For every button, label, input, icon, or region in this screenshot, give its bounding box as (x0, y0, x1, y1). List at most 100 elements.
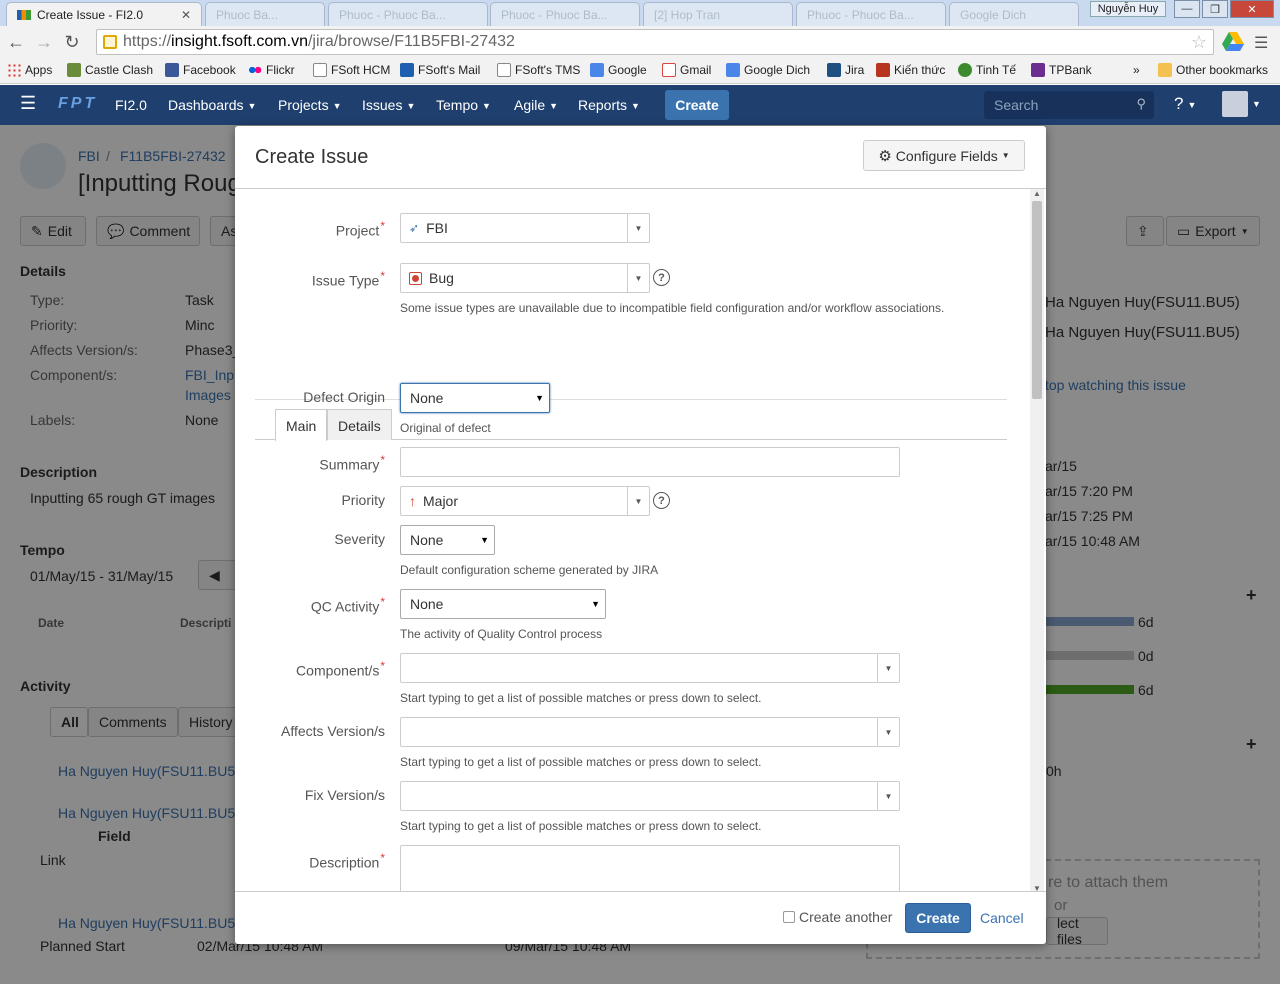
description-textarea[interactable] (400, 845, 900, 891)
bookmark-google[interactable]: Google (590, 63, 647, 77)
chevron-down-icon: ▼ (877, 718, 899, 746)
tab-inactive[interactable]: Phuoc - Phuoc Ba... (490, 2, 640, 26)
bookmark-gmail[interactable]: Gmail (662, 63, 711, 77)
google-icon (590, 63, 604, 77)
page-icon (313, 63, 327, 77)
tab-details[interactable]: Details (327, 409, 392, 440)
dialog-title: Create Issue (255, 146, 369, 168)
chevron-down-icon: ▼ (247, 101, 257, 112)
affects-version-picker[interactable]: ▼ (400, 717, 900, 747)
checkbox[interactable] (783, 911, 795, 923)
scrollbar-thumb[interactable] (1032, 201, 1042, 399)
bookmarks-overflow-button[interactable]: » (1133, 63, 1140, 77)
arrow-up-icon: ↑ (409, 493, 416, 509)
help-icon[interactable]: ? ▼ (1174, 94, 1196, 114)
tab-inactive[interactable]: Phuoc - Phuoc Ba... (796, 2, 946, 26)
close-window-icon[interactable]: ✕ (1230, 0, 1274, 18)
issue-type-label: Issue Type* (311, 269, 385, 289)
tab-active[interactable]: Create Issue - FI2.0 ✕ (6, 2, 202, 26)
tab-inactive[interactable]: Phuoc - Phuoc Ba... (328, 2, 488, 26)
other-bookmarks[interactable]: Other bookmarks (1158, 63, 1268, 77)
gmail-icon (662, 63, 676, 77)
nav-agile[interactable]: Agile ▼ (514, 97, 558, 113)
nav-projects[interactable]: Projects ▼ (278, 97, 342, 113)
dialog-body: Project* ➶ FBI ▼ Issue Type* Bug ▼ ? Som… (235, 188, 1046, 892)
bookmark-flickr[interactable]: Flickr (248, 63, 295, 77)
app-switcher-icon[interactable]: ☰ (20, 93, 36, 114)
search-icon: ⚲ (1136, 96, 1146, 111)
gear-icon: ⚙ (878, 147, 892, 165)
bookmark-fsoft-hcm[interactable]: FSoft HCM (313, 63, 390, 77)
maximize-icon[interactable]: ❐ (1202, 0, 1228, 18)
chrome-menu-icon[interactable]: ☰ (1254, 33, 1268, 53)
description-label: Description* (309, 851, 385, 871)
cancel-link[interactable]: Cancel (980, 910, 1024, 926)
quick-search-input[interactable]: Search ⚲ (984, 91, 1154, 119)
qc-activity-hint: The activity of Quality Control process (400, 627, 603, 641)
bookmark-tinh-te[interactable]: Tinh Tế (958, 63, 1016, 77)
back-icon[interactable]: ← (4, 30, 28, 54)
scroll-down-icon[interactable]: ▼ (1033, 884, 1041, 891)
summary-input[interactable] (400, 447, 900, 477)
bookmark-tpbank[interactable]: TPBank (1031, 63, 1092, 77)
chevron-down-icon: ▼ (631, 101, 640, 112)
scroll-up-icon[interactable]: ▲ (1033, 189, 1041, 198)
bookmark-kien-thuc[interactable]: Kiến thức (876, 63, 945, 77)
create-button[interactable]: Create (905, 903, 971, 933)
fix-version-label: Fix Version/s (304, 787, 385, 803)
product-name[interactable]: FI2.0 (115, 97, 147, 113)
nav-reports[interactable]: Reports ▼ (578, 97, 640, 113)
avatar[interactable] (1222, 91, 1248, 117)
configure-fields-button[interactable]: ⚙ Configure Fields ▼ (863, 140, 1025, 171)
tab-inactive[interactable]: Google Dich (949, 2, 1079, 26)
nav-issues[interactable]: Issues ▼ (362, 97, 415, 113)
qc-activity-select[interactable]: None ▼ (400, 589, 606, 619)
bug-icon (409, 271, 422, 285)
google-drive-icon[interactable] (1222, 32, 1244, 52)
address-bar[interactable]: https://insight.fsoft.com.vn/jira/browse… (96, 29, 1214, 55)
window-user-badge: Nguyễn Huy (1090, 1, 1166, 17)
jira-icon (827, 63, 841, 77)
castle-clash-icon (67, 63, 81, 77)
forward-icon[interactable]: → (32, 30, 56, 54)
components-picker[interactable]: ▼ (400, 653, 900, 683)
project-label: Project* (335, 219, 385, 239)
nav-tempo[interactable]: Tempo ▼ (436, 97, 491, 113)
help-icon[interactable]: ? (653, 269, 670, 286)
nav-create-button[interactable]: Create (665, 90, 729, 120)
tab-inactive[interactable]: Phuoc Ba... (205, 2, 325, 26)
severity-select[interactable]: None ▼ (400, 525, 495, 555)
bookmark-fsoft-tms[interactable]: FSoft's TMS (497, 63, 580, 77)
window-controls: — ❐ ✕ (1174, 0, 1274, 18)
minimize-icon[interactable]: — (1174, 0, 1200, 18)
bookmark-facebook[interactable]: Facebook (165, 63, 236, 77)
dialog-scrollbar[interactable]: ▲ ▼ (1030, 189, 1044, 891)
bookmark-star-icon[interactable]: ☆ (1191, 32, 1207, 53)
defect-origin-select[interactable]: None ▼ (400, 383, 550, 413)
bookmark-apps[interactable]: Apps (7, 63, 52, 77)
chevron-down-icon: ▼ (877, 654, 899, 682)
bookmark-google-dich[interactable]: Google Dich (726, 63, 810, 77)
close-tab-icon[interactable]: ✕ (181, 8, 191, 22)
defect-origin-label: Defect Origin (303, 389, 385, 405)
tab-inactive[interactable]: [2] Hop Tran (643, 2, 793, 26)
bookmark-castle-clash[interactable]: Castle Clash (67, 63, 153, 77)
create-another-checkbox[interactable]: Create another (783, 909, 892, 925)
issue-type-select[interactable]: Bug ▼ (400, 263, 650, 293)
help-icon[interactable]: ? (653, 492, 670, 509)
bookmark-fsoft-mail[interactable]: FSoft's Mail (400, 63, 480, 77)
jira-header: ☰ FPT FI2.0 Dashboards ▼ Projects ▼ Issues… (0, 85, 1280, 125)
nav-dashboards[interactable]: Dashboards ▼ (168, 97, 256, 113)
chevron-down-icon: ▼ (877, 782, 899, 810)
fpt-logo[interactable]: FPT (58, 95, 97, 113)
chevron-down-icon: ▼ (406, 101, 416, 112)
fix-version-picker[interactable]: ▼ (400, 781, 900, 811)
reload-icon[interactable]: ↻ (60, 30, 84, 54)
tab-main[interactable]: Main (275, 409, 328, 441)
bookmark-jira[interactable]: Jira (827, 63, 864, 77)
priority-select[interactable]: ↑ Major ▼ (400, 486, 650, 516)
project-select[interactable]: ➶ FBI ▼ (400, 213, 650, 243)
chevron-down-icon: ▼ (627, 487, 649, 515)
components-hint: Start typing to get a list of possible m… (400, 691, 762, 705)
translate-icon (726, 63, 740, 77)
